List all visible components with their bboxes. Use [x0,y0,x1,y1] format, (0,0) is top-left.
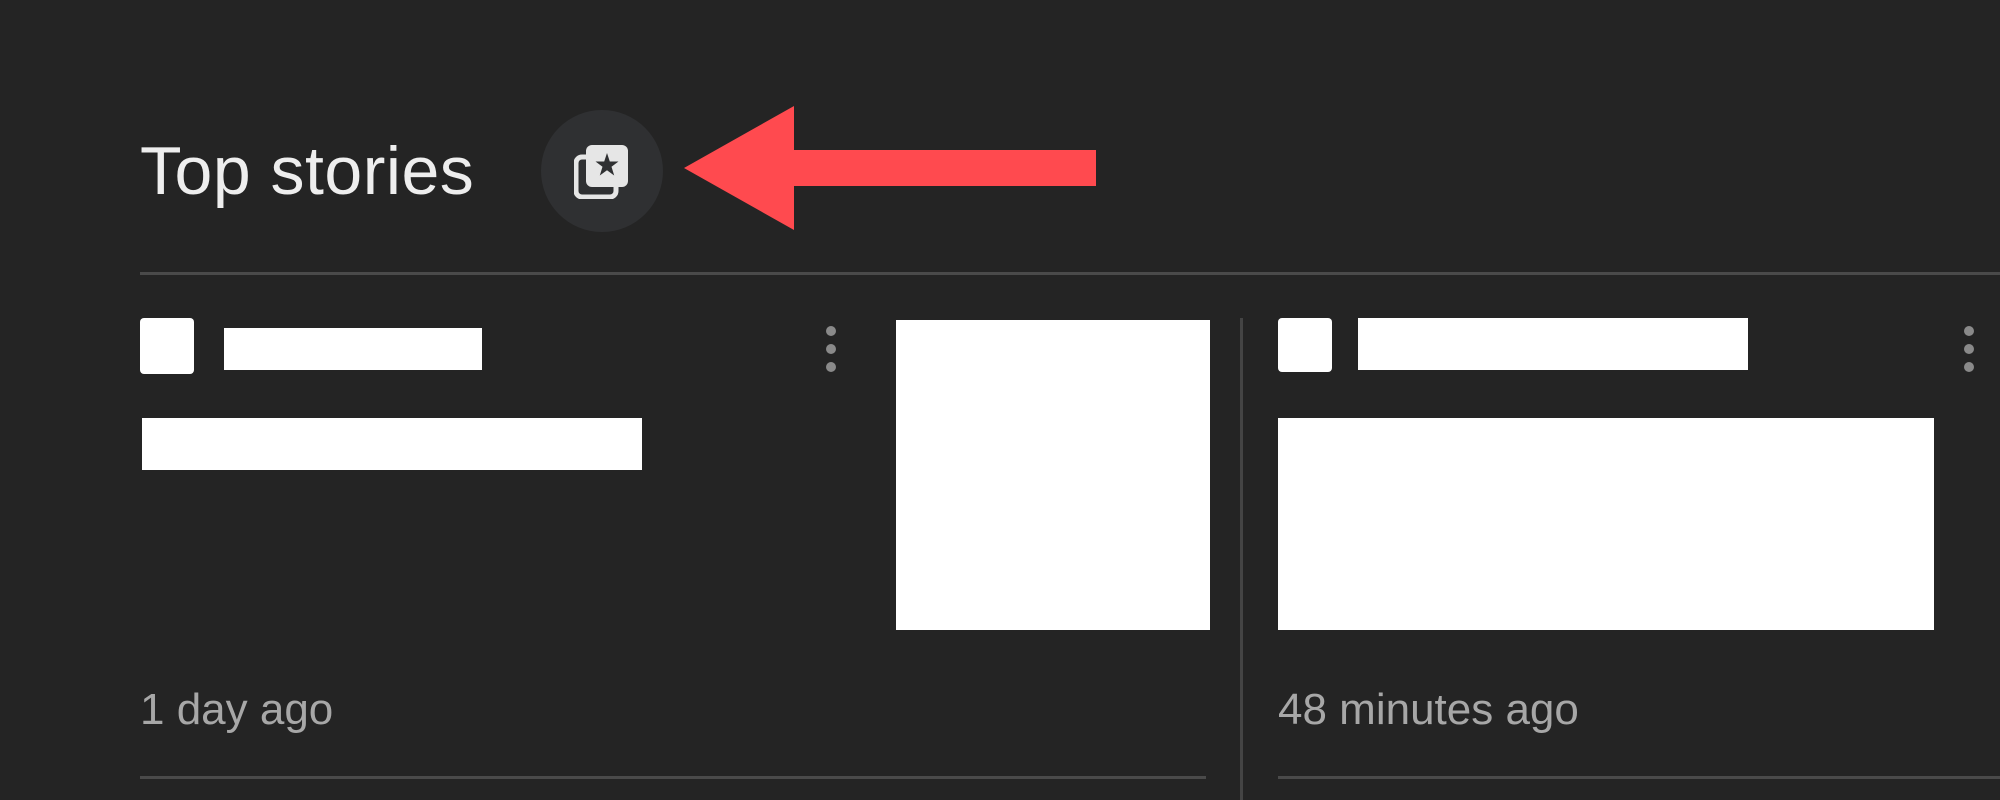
header-divider [140,272,2000,275]
full-coverage-button[interactable] [541,110,663,232]
section-title: Top stories [140,133,475,209]
publisher-logo [1278,318,1332,372]
story-timestamp: 1 day ago [140,685,334,734]
publisher-logo [140,318,194,374]
story-thumbnail [896,320,1210,630]
publisher-name-redacted [1358,318,1748,370]
headline-redacted [1278,418,1934,630]
headline-redacted [142,418,642,470]
more-vert-icon[interactable] [1962,326,1976,372]
story-timestamp: 48 minutes ago [1278,685,1579,734]
more-vert-icon[interactable] [824,326,838,372]
stacked-cards-star-icon [574,145,628,199]
card-bottom-divider [1278,776,2000,779]
top-stories-page: Top stories 1 day ago 48 minutes ago [0,0,2000,800]
publisher-name-redacted [224,328,482,370]
red-left-arrow-icon [684,106,1096,230]
card-separator [1240,318,1243,800]
card-bottom-divider [140,776,1206,779]
